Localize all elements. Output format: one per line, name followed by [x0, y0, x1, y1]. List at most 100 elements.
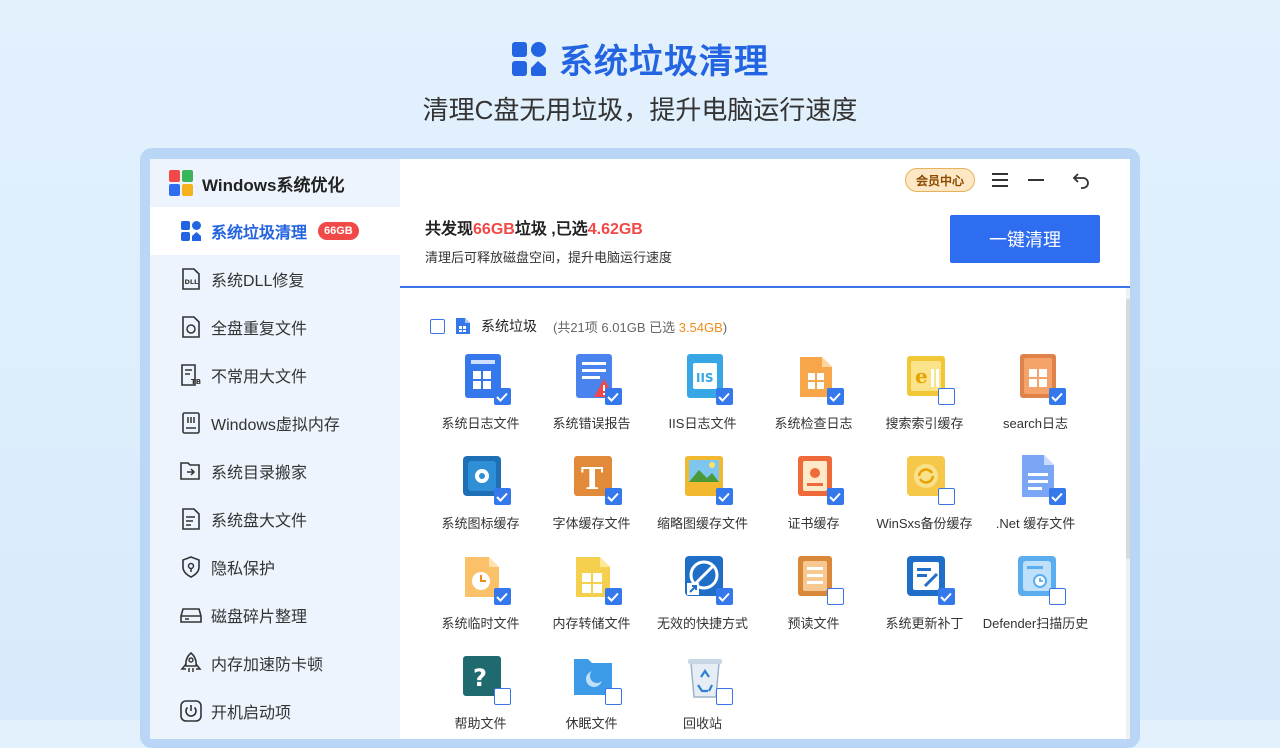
junk-item-label: 系统临时文件: [441, 616, 520, 631]
junk-item-icon-wrap: [570, 553, 622, 605]
junk-item-icon-wrap: [570, 653, 622, 705]
memory-icon: [180, 412, 202, 434]
summary-middle: 垃圾 ,已选: [514, 221, 588, 238]
junk-item-checkbox[interactable]: [493, 588, 511, 605]
sidebar-nav: 系统垃圾清理 66GB DLL 系统DLL修复 全盘重复文件 TB 不常用大文件…: [150, 207, 400, 735]
junk-item-label: search日志: [1002, 416, 1069, 431]
junk-item-icon-wrap: [459, 553, 511, 605]
check-icon: [829, 492, 841, 502]
junk-item-checkbox[interactable]: [826, 488, 844, 505]
junk-item[interactable]: 系统错误报告: [536, 353, 647, 453]
junk-item-checkbox[interactable]: [604, 388, 622, 405]
size-badge: 66GB: [318, 222, 359, 240]
junk-item-checkbox[interactable]: [937, 488, 955, 505]
junk-item[interactable]: 系统日志文件: [425, 353, 536, 453]
sidebar-item-virtual-memory[interactable]: Windows虚拟内存: [150, 399, 400, 447]
junk-item-checkbox[interactable]: [826, 388, 844, 405]
junk-item-label: 缩略图缓存文件: [656, 516, 748, 531]
junk-item[interactable]: 系统更新补丁: [869, 553, 980, 653]
sidebar-item-defrag[interactable]: 磁盘碎片整理: [150, 591, 400, 639]
junk-item-icon-wrap: [903, 553, 955, 605]
sidebar-item-startup[interactable]: 开机启动项: [150, 687, 400, 735]
svg-text:e: e: [915, 364, 928, 388]
junk-item-checkbox[interactable]: [493, 388, 511, 405]
svg-text:T: T: [581, 462, 604, 497]
sidebar-item-junk-clean[interactable]: 系统垃圾清理 66GB: [150, 207, 400, 255]
rocket-icon: [180, 652, 202, 674]
menu-icon[interactable]: [989, 169, 1011, 191]
junk-item-checkbox[interactable]: [937, 388, 955, 405]
minimize-icon[interactable]: [1025, 169, 1047, 191]
junk-item-icon-wrap: [459, 353, 511, 405]
folder-move-icon: [180, 460, 202, 482]
svg-text:IIS: IIS: [696, 371, 714, 385]
junk-item-checkbox[interactable]: [715, 588, 733, 605]
junk-item-label: 无效的快捷方式: [656, 616, 748, 631]
junk-item-icon-wrap: T: [570, 453, 622, 505]
junk-item[interactable]: 休眠文件: [536, 653, 647, 739]
vip-center-button[interactable]: 会员中心: [905, 168, 975, 192]
back-icon[interactable]: [1070, 169, 1092, 191]
check-icon: [496, 392, 508, 402]
junk-item[interactable]: 系统图标缓存: [425, 453, 536, 553]
sidebar-item-label: 全盘重复文件: [211, 321, 308, 338]
selected-size: 4.62GB: [587, 221, 643, 238]
junk-item-checkbox[interactable]: [715, 388, 733, 405]
junk-item-checkbox[interactable]: [493, 488, 511, 505]
svg-text:TB: TB: [191, 378, 201, 386]
sidebar: Windows系统优化 系统垃圾清理 66GB DLL 系统DLL修复 全盘重复…: [150, 159, 400, 739]
junk-item-checkbox[interactable]: [715, 688, 733, 705]
junk-item[interactable]: 缩略图缓存文件: [647, 453, 758, 553]
sidebar-item-dll-repair[interactable]: DLL 系统DLL修复: [150, 255, 400, 303]
junk-item-checkbox[interactable]: [493, 688, 511, 705]
sidebar-item-large-files[interactable]: TB 不常用大文件: [150, 351, 400, 399]
junk-item-label: 系统图标缓存: [441, 516, 520, 531]
system-file-icon: [456, 318, 470, 334]
junk-item-checkbox[interactable]: [604, 688, 622, 705]
check-icon: [940, 592, 952, 602]
sidebar-item-privacy[interactable]: 隐私保护: [150, 543, 400, 591]
junk-item[interactable]: T 字体缓存文件: [536, 453, 647, 553]
check-icon: [607, 492, 619, 502]
junk-item-checkbox[interactable]: [937, 588, 955, 605]
junk-item-checkbox[interactable]: [715, 488, 733, 505]
hero-title-text: 系统垃圾清理: [559, 43, 769, 81]
divider: [400, 286, 1130, 288]
duplicate-file-icon: [180, 316, 202, 338]
summary-prefix: 共发现: [425, 221, 474, 238]
junk-item[interactable]: search日志: [980, 353, 1091, 453]
category-checkbox[interactable]: [430, 318, 445, 334]
junk-item-label: 帮助文件: [454, 716, 507, 731]
junk-item[interactable]: .Net 缓存文件: [980, 453, 1091, 553]
junk-item-checkbox[interactable]: [604, 588, 622, 605]
junk-item-checkbox[interactable]: [1048, 488, 1066, 505]
junk-item-checkbox[interactable]: [604, 488, 622, 505]
sidebar-item-system-disk-large-files[interactable]: 系统盘大文件: [150, 495, 400, 543]
power-icon: [180, 700, 202, 722]
junk-item[interactable]: WinSxs备份缓存: [869, 453, 980, 553]
junk-item[interactable]: IIS IIS日志文件: [647, 353, 758, 453]
sidebar-item-move-system-dir[interactable]: 系统目录搬家: [150, 447, 400, 495]
one-click-clean-button[interactable]: 一键清理: [950, 215, 1100, 263]
junk-item-checkbox[interactable]: [826, 588, 844, 605]
junk-item[interactable]: ? 帮助文件: [425, 653, 536, 739]
sidebar-item-label: 系统盘大文件: [211, 513, 308, 530]
sidebar-item-duplicate-files[interactable]: 全盘重复文件: [150, 303, 400, 351]
sidebar-item-memory-boost[interactable]: 内存加速防卡顿: [150, 639, 400, 687]
junk-item-checkbox[interactable]: [1048, 388, 1066, 405]
junk-item[interactable]: Defender扫描历史: [980, 553, 1091, 653]
junk-item-checkbox[interactable]: [1048, 588, 1066, 605]
junk-item-icon-wrap: e: [903, 353, 955, 405]
check-icon: [607, 592, 619, 602]
junk-item[interactable]: 回收站: [647, 653, 758, 739]
junk-item[interactable]: e 搜索索引缓存: [869, 353, 980, 453]
junk-item[interactable]: 预读文件: [758, 553, 869, 653]
scrollbar-thumb[interactable]: [1126, 299, 1130, 559]
junk-item-label: 内存转储文件: [552, 616, 631, 631]
junk-item[interactable]: 证书缓存: [758, 453, 869, 553]
junk-item[interactable]: 系统临时文件: [425, 553, 536, 653]
junk-item[interactable]: 系统检查日志: [758, 353, 869, 453]
junk-item-icon-wrap: [1014, 553, 1066, 605]
junk-item[interactable]: 内存转储文件: [536, 553, 647, 653]
junk-item[interactable]: 无效的快捷方式: [647, 553, 758, 653]
